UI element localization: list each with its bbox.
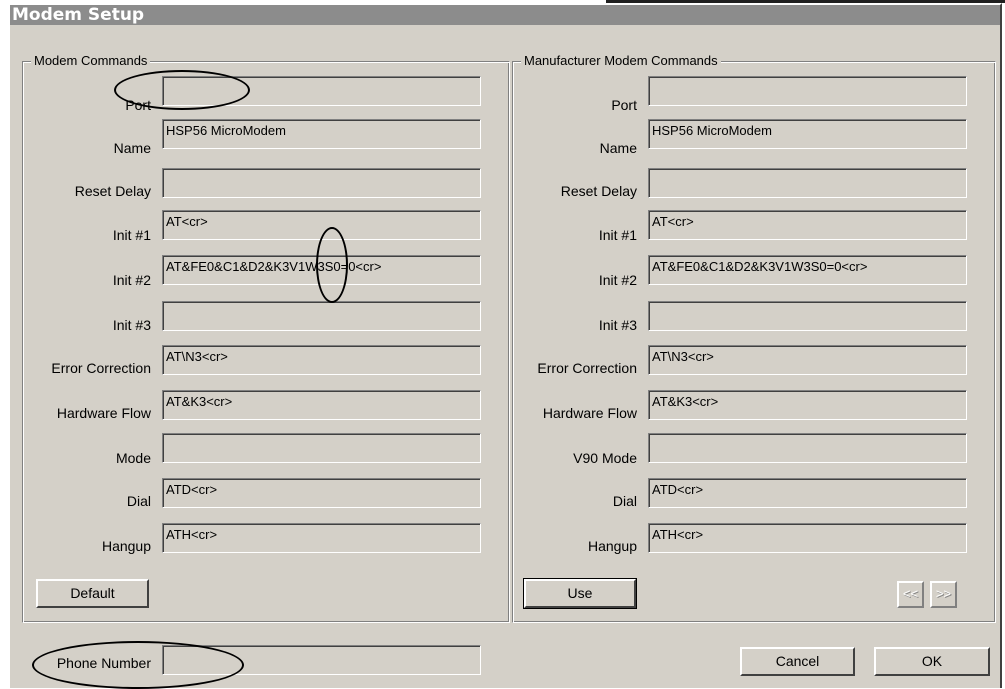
left-name-label: Name	[113, 140, 151, 156]
right-init2-field[interactable]: AT&FE0&C1&D2&K3V1W3S0=0<cr>	[648, 255, 967, 285]
left-hangup-label: Hangup	[101, 538, 151, 554]
right-hardware-flow-field[interactable]: AT&K3<cr>	[648, 390, 967, 420]
right-init2-label: Init #2	[598, 272, 637, 288]
left-init3-field[interactable]	[162, 301, 481, 331]
right-reset-delay-label: Reset Delay	[560, 183, 637, 199]
right-name-label: Name	[599, 140, 637, 156]
right-hangup-field[interactable]: ATH<cr>	[648, 523, 967, 553]
left-mode-field[interactable]	[162, 433, 481, 463]
left-name-field[interactable]: HSP56 MicroModem	[162, 119, 481, 149]
right-error-correction-label: Error Correction	[537, 360, 637, 376]
left-reset-delay-field[interactable]	[162, 168, 481, 198]
next-button[interactable]: >>	[930, 581, 957, 608]
ok-button[interactable]: OK	[874, 647, 990, 676]
right-init3-field[interactable]	[648, 301, 967, 331]
right-hardware-flow-label: Hardware Flow	[542, 405, 637, 421]
right-hangup-label: Hangup	[587, 538, 637, 554]
left-init3-label: Init #3	[112, 317, 151, 333]
right-reset-delay-field[interactable]	[648, 168, 967, 198]
phone-number-label: Phone Number	[56, 655, 151, 671]
right-init1-field[interactable]: AT<cr>	[648, 210, 967, 240]
left-dial-label: Dial	[126, 493, 151, 509]
left-init1-field[interactable]: AT<cr>	[162, 210, 481, 240]
modem-commands-title: Modem Commands	[31, 53, 151, 68]
left-port-label: Port	[125, 97, 151, 113]
left-reset-delay-label: Reset Delay	[74, 183, 151, 199]
left-hardware-flow-label: Hardware Flow	[56, 405, 151, 421]
modem-setup-dialog: Modem Setup Modem Commands Manufacturer …	[8, 3, 1002, 689]
right-port-field[interactable]	[648, 76, 967, 106]
right-dial-label: Dial	[612, 493, 637, 509]
left-hardware-flow-field[interactable]: AT&K3<cr>	[162, 390, 481, 420]
left-init2-field[interactable]: AT&FE0&C1&D2&K3V1W3S0=0<cr>	[162, 255, 481, 285]
left-init1-label: Init #1	[112, 227, 151, 243]
phone-number-field[interactable]	[162, 645, 481, 675]
default-button[interactable]: Default	[36, 579, 149, 608]
right-init3-label: Init #3	[598, 317, 637, 333]
previous-button[interactable]: <<	[897, 581, 924, 608]
left-hangup-field[interactable]: ATH<cr>	[162, 523, 481, 553]
left-port-field[interactable]	[162, 76, 481, 106]
right-port-label: Port	[611, 97, 637, 113]
left-init2-label: Init #2	[112, 272, 151, 288]
right-v90-mode-field[interactable]	[648, 433, 967, 463]
manufacturer-commands-title: Manufacturer Modem Commands	[521, 53, 721, 68]
left-error-correction-label: Error Correction	[51, 360, 151, 376]
right-init1-label: Init #1	[598, 227, 637, 243]
right-v90-mode-label: V90 Mode	[573, 450, 637, 466]
left-error-correction-field[interactable]: AT\N3<cr>	[162, 345, 481, 375]
dialog-title: Modem Setup	[10, 5, 1000, 25]
cancel-button[interactable]: Cancel	[740, 647, 855, 676]
left-dial-field[interactable]: ATD<cr>	[162, 478, 481, 508]
right-name-field[interactable]: HSP56 MicroModem	[648, 119, 967, 149]
use-button[interactable]: Use	[523, 578, 637, 609]
left-mode-label: Mode	[115, 450, 151, 466]
right-dial-field[interactable]: ATD<cr>	[648, 478, 967, 508]
right-error-correction-field[interactable]: AT\N3<cr>	[648, 345, 967, 375]
